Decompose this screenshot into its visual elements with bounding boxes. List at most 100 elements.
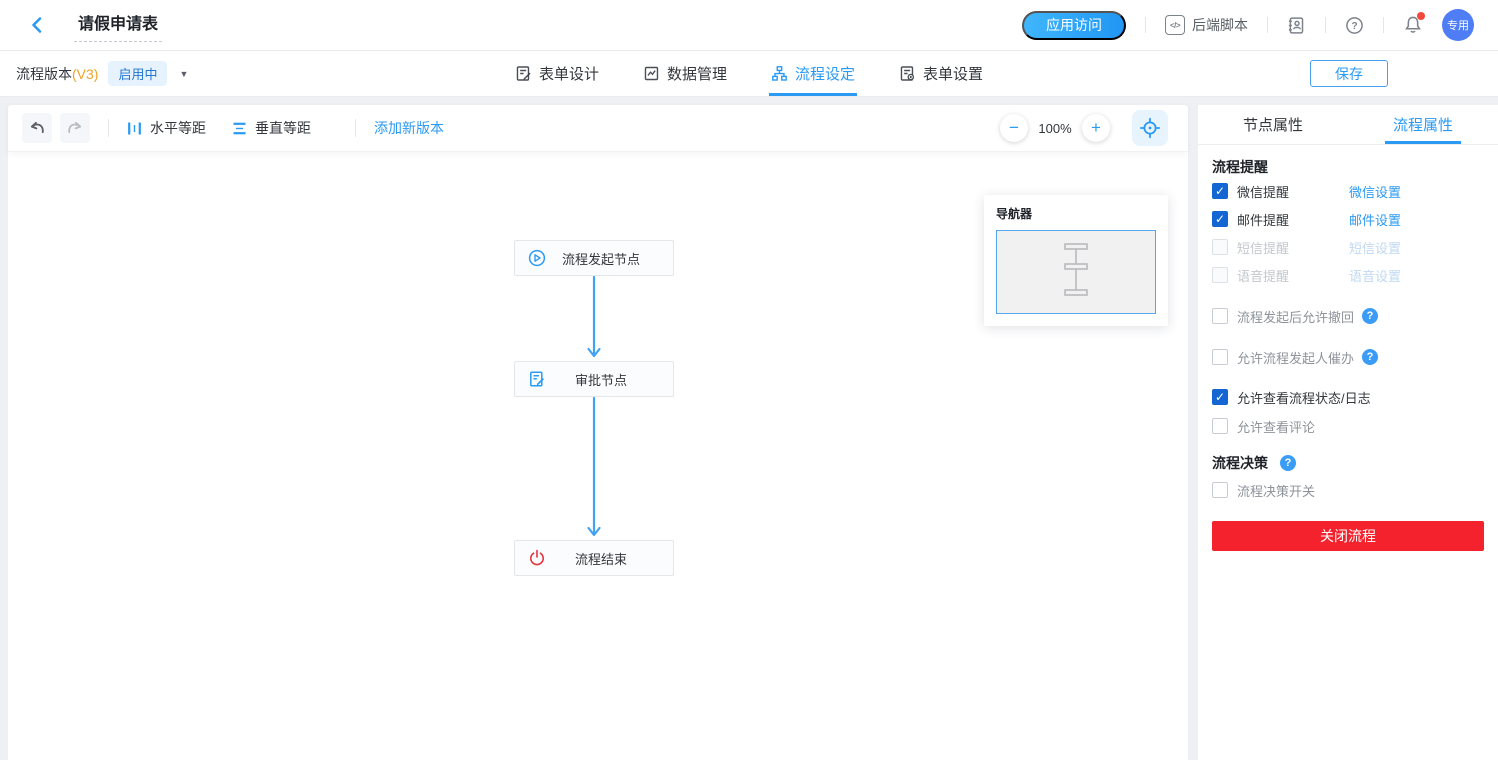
page-title[interactable]: 请假申请表 [74,8,162,42]
help-circle-icon[interactable]: ? [1362,349,1378,365]
flow-node-approval[interactable]: 审批节点 [514,361,674,397]
contacts-button[interactable] [1287,16,1306,35]
panel-gap [1188,105,1198,760]
redo-button[interactable] [60,113,90,143]
code-icon: </> [1165,15,1185,35]
check-icon: ✓ [1215,185,1225,197]
zoom-controls: − 100% + [1000,110,1168,146]
reminder-section-title: 流程提醒 [1212,157,1484,177]
navigator-title: 导航器 [996,205,1156,222]
wechat-settings-link[interactable]: 微信设置 [1349,182,1401,201]
svg-text:?: ? [1351,21,1357,32]
data-manage-icon [643,65,660,82]
tab-label: 表单设计 [539,63,599,84]
flow-node-end[interactable]: 流程结束 [514,540,674,576]
option-row-decision-switch: ✓ 流程决策开关 [1212,477,1484,503]
decision-switch-checkbox[interactable]: ✓ [1212,482,1228,498]
reminder-label: 短信提醒 [1237,238,1349,257]
option-label: 允许查看流程状态/日志 [1237,388,1371,407]
reminder-row-wechat: ✓ 微信提醒 微信设置 [1212,177,1484,205]
add-version-link[interactable]: 添加新版本 [374,118,444,138]
option-row-allow-withdraw: ✓ 流程发起后允许撤回 ? [1212,303,1484,329]
divider [1145,17,1146,33]
minimap-flow [1061,240,1091,304]
tab-form-settings[interactable]: 表单设置 [897,51,985,96]
tab-label: 数据管理 [667,63,727,84]
caret-down-icon[interactable]: ▼ [179,69,188,79]
reminder-label: 邮件提醒 [1237,210,1349,229]
reminder-label: 语音提醒 [1237,266,1349,285]
divider [1325,17,1326,33]
email-settings-link[interactable]: 邮件设置 [1349,210,1401,229]
option-label: 流程发起后允许撤回 [1237,307,1354,326]
vertical-align-button[interactable]: 垂直等距 [232,118,311,138]
zoom-level: 100% [1028,121,1082,136]
help-button[interactable]: ? [1345,16,1364,35]
tab-data-manage[interactable]: 数据管理 [641,51,729,96]
reminder-row-voice: ✓ 语音提醒 语音设置 [1212,261,1484,289]
backend-script-button[interactable]: </> 后端脚本 [1165,15,1248,35]
check-icon: ✓ [1215,391,1225,403]
email-reminder-checkbox[interactable]: ✓ [1212,211,1228,227]
app-access-button[interactable]: 应用访问 [1022,11,1126,40]
horizontal-align-label: 水平等距 [150,118,206,138]
notification-dot [1417,12,1425,20]
view-comments-checkbox[interactable]: ✓ [1212,418,1228,434]
app-root: 请假申请表 应用访问 </> 后端脚本 ? [0,0,1498,760]
crosshair-icon [1139,117,1161,139]
sms-settings-link[interactable]: 短信设置 [1349,238,1401,257]
app-header: 请假申请表 应用访问 </> 后端脚本 ? [0,0,1498,51]
zoom-out-button[interactable]: − [1000,114,1028,142]
panel-tabs: 节点属性 流程属性 [1198,105,1498,145]
flow-node-start[interactable]: 流程发起节点 [514,240,674,276]
tab-flow-setting[interactable]: 流程设定 [769,51,857,96]
allow-urge-checkbox[interactable]: ✓ [1212,349,1228,365]
option-label: 允许查看评论 [1237,417,1315,436]
properties-panel: 节点属性 流程属性 流程提醒 ✓ 微信提醒 微信设置 ✓ 邮件提醒 邮件设置 ✓… [1198,105,1498,760]
option-row-allow-urge: ✓ 允许流程发起人催办 ? [1212,344,1484,370]
wechat-reminder-checkbox[interactable]: ✓ [1212,183,1228,199]
vertical-align-label: 垂直等距 [255,118,311,138]
help-circle-icon[interactable]: ? [1362,308,1378,324]
zoom-in-button[interactable]: + [1082,114,1110,142]
main-area: 水平等距 垂直等距 添加新版本 − 100% + [0,97,1498,760]
locate-button[interactable] [1132,110,1168,146]
tab-flow-properties[interactable]: 流程属性 [1348,105,1498,144]
save-button[interactable]: 保存 [1310,60,1388,87]
version-label: 流程版本 [16,64,72,84]
divider [1383,17,1384,33]
reminder-row-sms: ✓ 短信提醒 短信设置 [1212,233,1484,261]
view-status-checkbox[interactable]: ✓ [1212,389,1228,405]
decision-section-title: 流程决策 ? [1212,453,1484,473]
horizontal-align-button[interactable]: 水平等距 [127,118,206,138]
header-actions: 应用访问 </> 后端脚本 ? [1022,9,1474,41]
redo-icon [66,120,84,136]
flow-setting-icon [771,65,788,82]
tab-label: 表单设置 [923,63,983,84]
voice-settings-link[interactable]: 语音设置 [1349,266,1401,285]
voice-reminder-checkbox[interactable]: ✓ [1212,267,1228,283]
canvas-toolbar: 水平等距 垂直等距 添加新版本 − 100% + [8,105,1188,152]
flow-canvas: 水平等距 垂直等距 添加新版本 − 100% + [8,105,1188,760]
edit-note-icon [528,370,546,388]
horizontal-spacing-icon [127,121,142,136]
tab-node-properties[interactable]: 节点属性 [1198,105,1348,144]
avatar[interactable]: 专用 [1442,9,1474,41]
undo-button[interactable] [22,113,52,143]
vertical-spacing-icon [232,121,247,136]
back-button[interactable] [26,14,48,36]
help-circle-icon[interactable]: ? [1280,455,1296,471]
canvas-body[interactable]: 流程发起节点 审批节点 流程结束 导航器 [8,152,1188,760]
version-info: 流程版本 (V3) 启用中 ▼ [16,61,188,86]
close-flow-button[interactable]: 关闭流程 [1212,521,1484,551]
power-icon [528,549,546,567]
allow-withdraw-checkbox[interactable]: ✓ [1212,308,1228,324]
sms-reminder-checkbox[interactable]: ✓ [1212,239,1228,255]
notifications-button[interactable] [1403,15,1423,35]
tab-form-design[interactable]: 表单设计 [513,51,601,96]
option-row-view-comments: ✓ 允许查看评论 [1212,413,1484,439]
form-design-icon [515,65,532,82]
contacts-icon [1287,16,1306,35]
navigator-minimap[interactable] [996,230,1156,314]
status-badge: 启用中 [108,61,167,86]
